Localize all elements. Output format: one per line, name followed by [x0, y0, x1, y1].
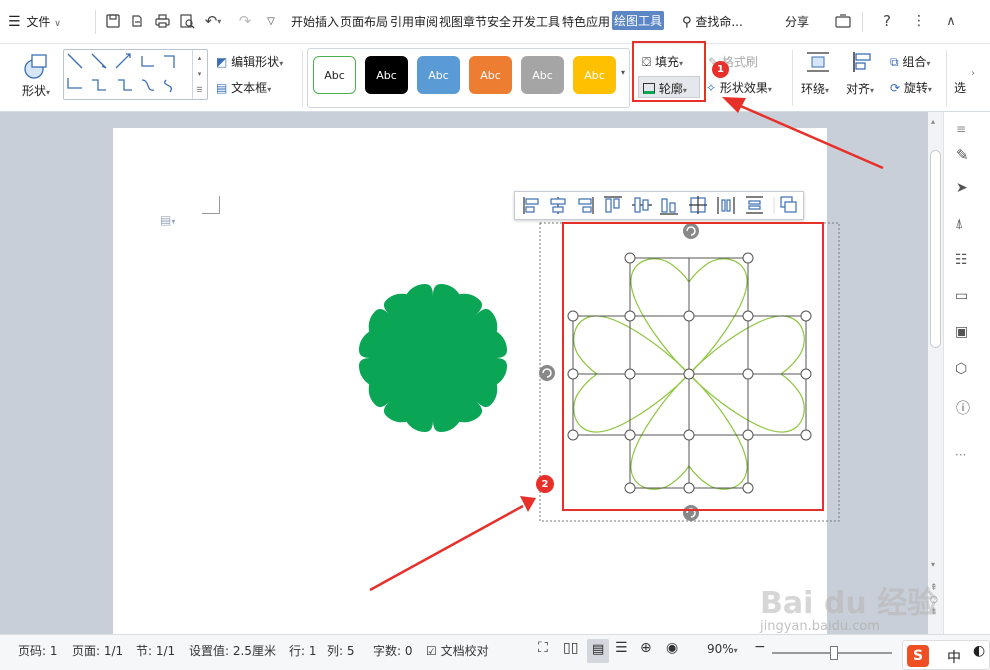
zoom-dropdown[interactable]: 90%▾ [707, 642, 738, 656]
baidu-watermark-logo: Bai du 经验 [760, 586, 938, 621]
proofread-button[interactable]: ☑ 文档校对 [426, 642, 489, 659]
quick-align-toolbar [514, 191, 804, 220]
archive-icon[interactable]: ▭ [955, 288, 968, 304]
pen-icon[interactable]: ✎ [956, 146, 969, 164]
style-icon[interactable]: ⍋ [955, 216, 963, 232]
page-view-button[interactable]: ▤ [587, 639, 609, 663]
vertical-scrollbar[interactable]: ▴ ▾ ⇞ ○ ⇟ [928, 112, 943, 634]
drawing-layer [358, 97, 884, 592]
eye-protection-icon[interactable]: ◉ [666, 640, 678, 656]
annotation-arrow [722, 97, 884, 170]
help-circle-icon[interactable]: ⓘ [956, 398, 970, 418]
read-mode-icon[interactable]: ▯▯ [563, 640, 578, 656]
group-selection-icon[interactable] [780, 196, 797, 213]
web-view-icon[interactable]: ⊕ [640, 640, 652, 656]
filled-clover-shape[interactable] [358, 283, 508, 433]
outline-shape-highlight [562, 222, 824, 511]
watermark-url: jingyan.baidu.com [760, 619, 880, 634]
settings-sliders-icon[interactable]: ☷ [955, 252, 968, 268]
outline-view-icon[interactable]: ☰ [615, 640, 628, 656]
zoom-out-icon[interactable]: − [754, 639, 766, 655]
align-top-icon[interactable] [604, 196, 622, 213]
align-right-icon[interactable] [578, 197, 594, 214]
focus-mode-icon[interactable]: ⛶ [538, 640, 548, 656]
status-section[interactable]: 节: 1/1 [136, 642, 175, 659]
distribute-icon[interactable] [689, 196, 707, 214]
align-left-icon[interactable] [523, 197, 539, 214]
cursor-select-icon[interactable]: ➤ [956, 180, 968, 196]
proofread-icon: ☑ [426, 644, 437, 658]
right-sidebar: ≡ ✎ ➤ ⍋ ☷ ▭ ▣ ⬡ ⓘ ··· [943, 112, 990, 634]
annotation-arrow [369, 496, 536, 592]
sogou-ime-icon[interactable]: S [907, 645, 929, 667]
status-bar: 页码: 1 页面: 1/1 节: 1/1 设置值: 2.5厘米 行: 1 列: … [0, 634, 990, 670]
scrollbar-thumb[interactable] [930, 150, 941, 348]
ime-toolbar: S 中 ◐ [902, 640, 990, 670]
sidebar-menu-icon[interactable]: ≡ [956, 122, 966, 136]
more-icon[interactable]: ··· [955, 448, 966, 462]
status-col[interactable]: 列: 5 [327, 642, 355, 659]
status-setting[interactable]: 设置值: 2.5厘米 [189, 642, 276, 659]
image-icon[interactable]: ▣ [955, 324, 968, 340]
align-middle-icon[interactable] [632, 197, 652, 213]
status-page[interactable]: 页面: 1/1 [72, 642, 123, 659]
ime-punctuation-icon[interactable]: ◐ [973, 643, 985, 659]
status-word-count[interactable]: 字数: 0 [373, 642, 413, 659]
distribute-horizontal-icon[interactable] [717, 197, 735, 214]
scroll-down-icon[interactable]: ▾ [931, 560, 935, 569]
page-view-icon: ▤ [592, 642, 605, 657]
status-row[interactable]: 行: 1 [289, 642, 317, 659]
ime-mode-toggle[interactable]: 中 [947, 647, 961, 667]
annotation-badge: 2 [536, 475, 554, 493]
distribute-vertical-icon[interactable] [746, 196, 763, 214]
shield-icon[interactable]: ⬡ [955, 361, 967, 377]
status-page-code[interactable]: 页码: 1 [18, 642, 58, 659]
zoom-slider-thumb[interactable] [830, 646, 838, 660]
align-center-icon[interactable] [550, 197, 566, 214]
scroll-up-icon[interactable]: ▴ [931, 117, 935, 126]
align-bottom-icon[interactable] [660, 198, 678, 215]
